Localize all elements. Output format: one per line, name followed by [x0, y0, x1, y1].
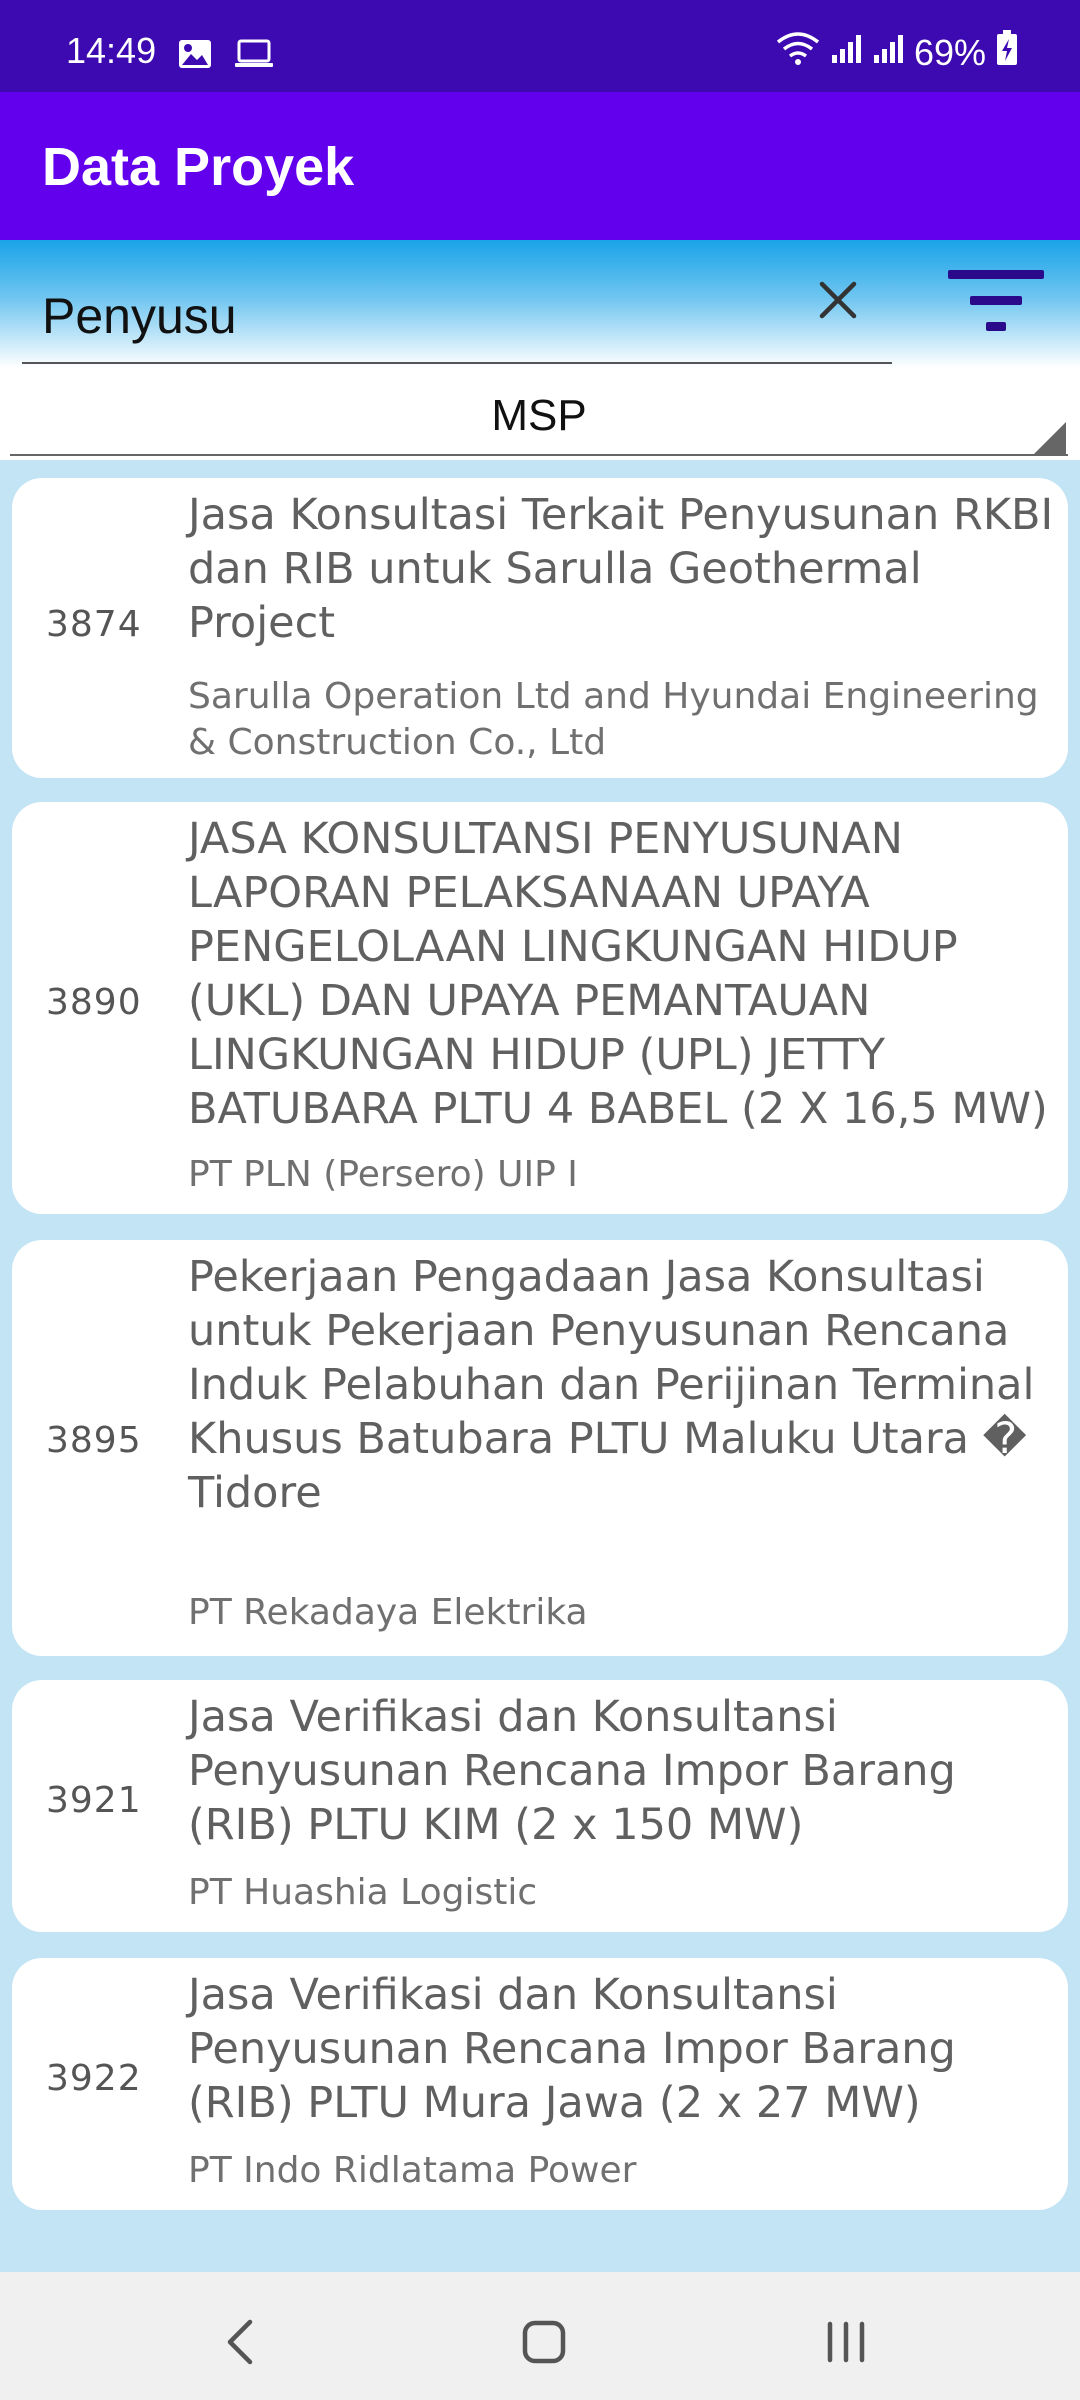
project-id: 3921	[46, 1780, 142, 1821]
project-company: PT Indo Ridlatama Power	[188, 2150, 637, 2191]
battery-percent: 69%	[913, 31, 986, 73]
wifi-icon	[776, 30, 820, 75]
status-bar: 14:49 69%	[0, 0, 1080, 92]
dropdown-arrow-icon[interactable]	[1034, 422, 1066, 454]
project-title: Jasa Verifikasi dan Konsultansi Penyusun…	[188, 1970, 956, 2128]
home-icon[interactable]	[514, 2312, 574, 2372]
project-title: Pekerjaan Pengadaan Jasa Konsultasi untu…	[188, 1252, 1035, 1518]
project-company: Sarulla Operation Ltd and Hyundai Engine…	[188, 676, 1039, 763]
project-card[interactable]: 3895 Pekerjaan Pengadaan Jasa Konsultasi…	[12, 1240, 1068, 1656]
signal-icon	[872, 32, 904, 74]
app-bar: Data Proyek	[0, 92, 1080, 240]
page-title: Data Proyek	[42, 137, 355, 197]
project-company: PT Huashia Logistic	[188, 1872, 538, 1913]
project-id: 3895	[46, 1420, 142, 1461]
project-card[interactable]: 3874 Jasa Konsultasi Terkait Penyusunan …	[12, 478, 1068, 778]
filter-icon[interactable]	[946, 266, 1046, 338]
search-bar	[0, 240, 1080, 368]
image-icon	[178, 36, 212, 78]
back-icon[interactable]	[212, 2312, 272, 2372]
project-id: 3874	[46, 604, 142, 645]
project-title: Jasa Konsultasi Terkait Penyusunan RKBI …	[188, 490, 1054, 648]
laptop-icon	[234, 36, 274, 78]
project-card[interactable]: 3890 JASA KONSULTANSI PENYUSUNAN LAPORAN…	[12, 802, 1068, 1214]
system-navigation-bar	[0, 2272, 1080, 2400]
project-id: 3922	[46, 2058, 142, 2099]
project-title: JASA KONSULTANSI PENYUSUNAN LAPORAN PELA…	[188, 814, 1048, 1134]
recent-apps-icon[interactable]	[816, 2312, 876, 2372]
project-company: PT PLN (Persero) UIP I	[188, 1154, 578, 1195]
battery-charging-icon	[996, 30, 1018, 75]
project-company: PT Rekadaya Elektrika	[188, 1592, 588, 1633]
status-system-icons: 69%	[776, 30, 1018, 75]
project-id: 3890	[46, 982, 142, 1023]
search-input[interactable]	[22, 240, 892, 364]
project-card[interactable]: 3921 Jasa Verifikasi dan Konsultansi Pen…	[12, 1680, 1068, 1932]
project-title: Jasa Verifikasi dan Konsultansi Penyusun…	[188, 1692, 956, 1850]
dropdown-selected-value[interactable]: MSP	[10, 368, 1068, 456]
project-card[interactable]: 3922 Jasa Verifikasi dan Konsultansi Pen…	[12, 1958, 1068, 2210]
close-icon[interactable]	[810, 272, 866, 328]
category-dropdown[interactable]: MSP	[0, 368, 1080, 460]
signal-icon	[830, 32, 862, 74]
status-time: 14:49	[66, 30, 157, 71]
status-notification-icons	[178, 36, 274, 78]
